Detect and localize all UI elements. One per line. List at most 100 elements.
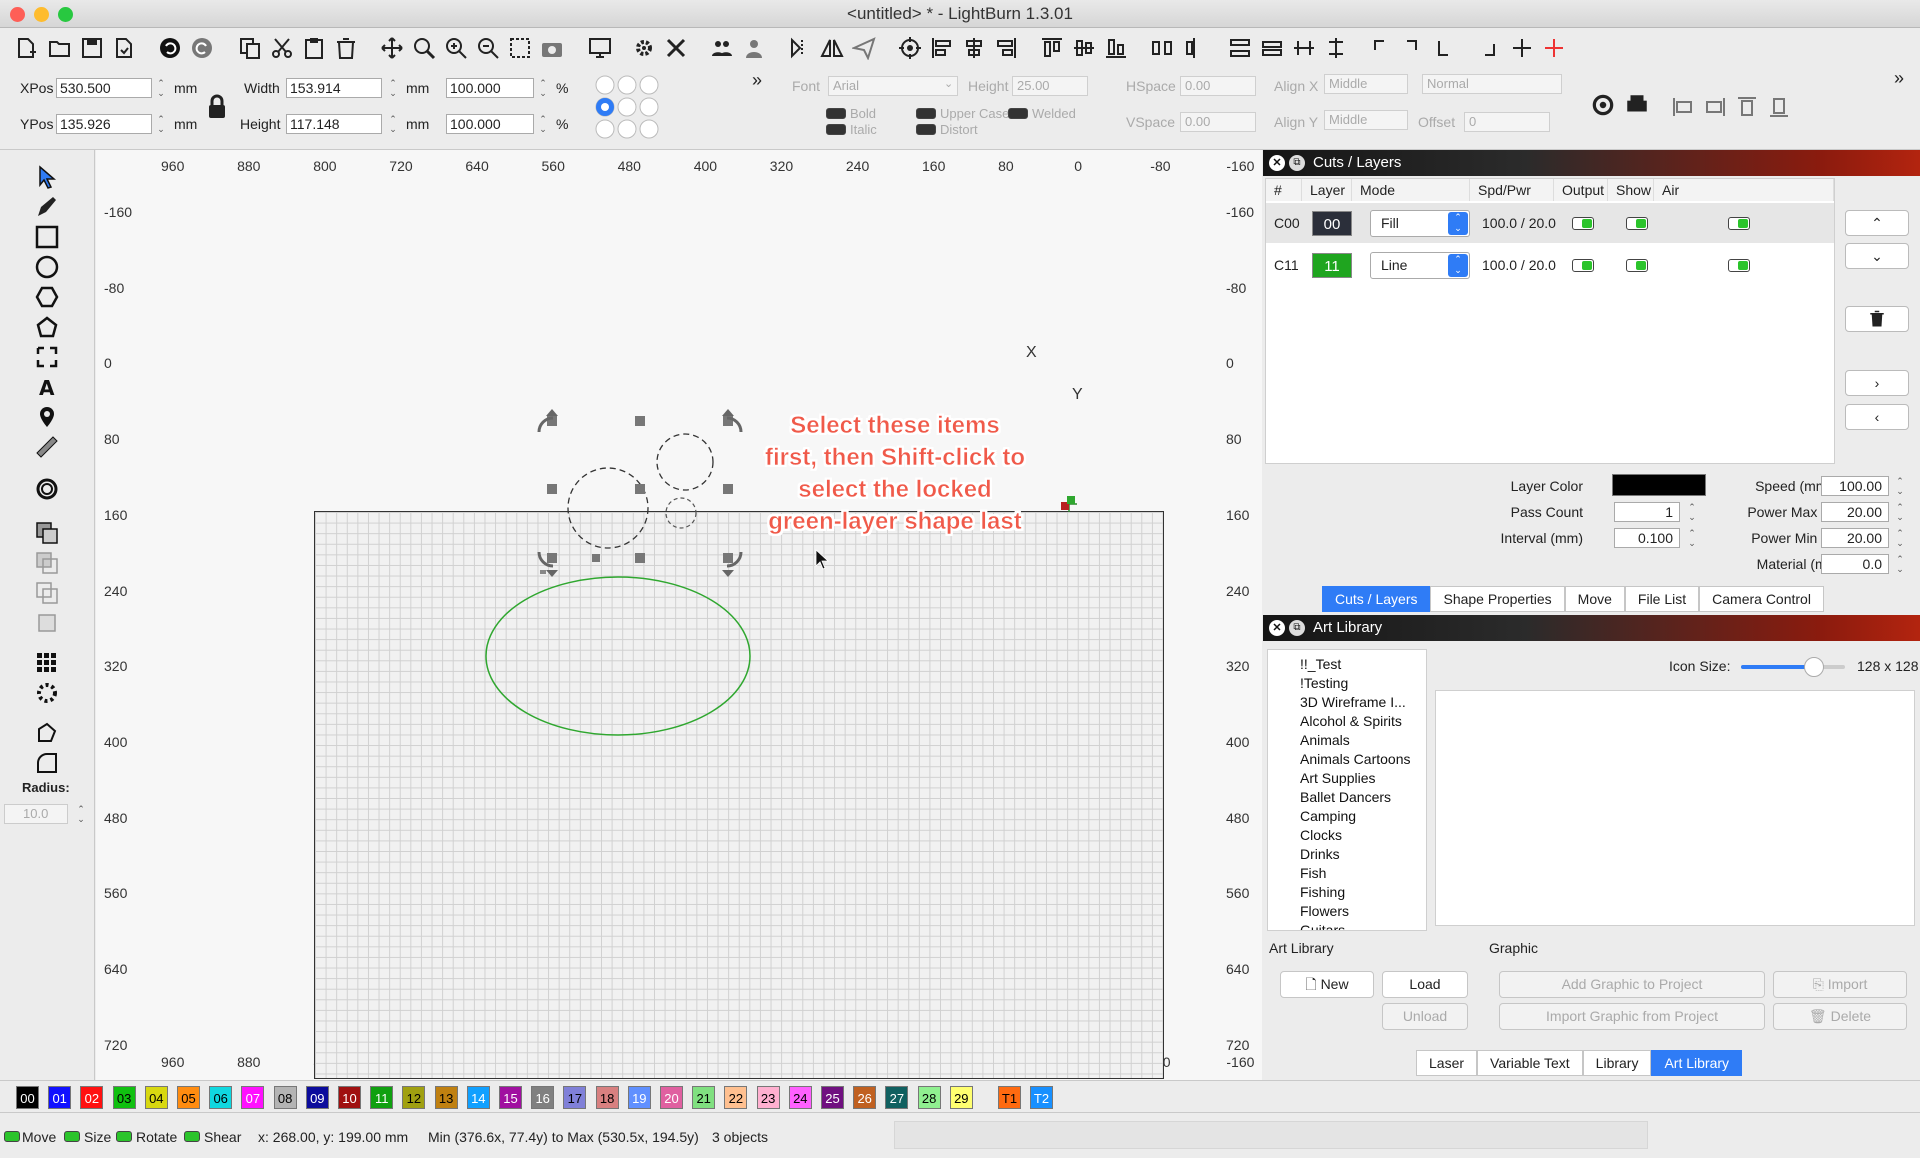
make-same-height-icon[interactable] bbox=[1322, 34, 1350, 62]
bold-toggle[interactable] bbox=[826, 108, 846, 119]
show-toggle[interactable] bbox=[1626, 259, 1648, 272]
new-file-icon[interactable] bbox=[12, 34, 40, 62]
offset-input[interactable]: 0 bbox=[1464, 112, 1550, 132]
new-library-button[interactable]: 🗋 New bbox=[1280, 971, 1374, 998]
mode-select[interactable]: Line ⌃ ⌄ bbox=[1370, 252, 1470, 279]
height-input[interactable]: 117.148 bbox=[286, 114, 382, 134]
radius-input[interactable]: 10.0 bbox=[4, 804, 68, 824]
italic-toggle[interactable] bbox=[826, 124, 846, 135]
palette-swatch-19[interactable]: 19 bbox=[627, 1086, 651, 1109]
align-edges-left-icon[interactable] bbox=[1672, 96, 1694, 118]
align-center-icon[interactable] bbox=[960, 34, 988, 62]
list-item[interactable]: Flowers bbox=[1300, 903, 1349, 919]
redo-icon[interactable] bbox=[188, 34, 216, 62]
align-y-select[interactable]: Middle bbox=[1324, 110, 1408, 130]
zoom-window-button[interactable] bbox=[58, 7, 73, 22]
material-input[interactable]: 0.0 bbox=[1821, 554, 1889, 574]
align-edges-top-icon[interactable] bbox=[1736, 96, 1758, 118]
distribute-horizontal-icon[interactable] bbox=[1148, 34, 1176, 62]
tab-variable-text[interactable]: Variable Text bbox=[1477, 1050, 1583, 1076]
shear-toggle[interactable] bbox=[184, 1131, 200, 1142]
palette-swatch-23[interactable]: 23 bbox=[756, 1086, 780, 1109]
close-panel-icon[interactable]: ✕ bbox=[1269, 620, 1285, 636]
scale-height-stepper[interactable]: ⌃ ⌄ bbox=[538, 114, 548, 136]
palette-swatch-06[interactable]: 06 bbox=[209, 1086, 233, 1109]
origin-selector[interactable] bbox=[594, 74, 664, 144]
palette-swatch-25[interactable]: 25 bbox=[821, 1086, 844, 1109]
copy-icon[interactable] bbox=[236, 34, 264, 62]
corner-bottom-left-icon[interactable] bbox=[1432, 34, 1460, 62]
move-layer-up-button[interactable]: ⌃ bbox=[1845, 210, 1909, 236]
list-item[interactable]: Animals bbox=[1300, 732, 1350, 748]
list-item[interactable]: Drinks bbox=[1300, 846, 1340, 862]
palette-swatch-01[interactable]: 01 bbox=[48, 1086, 72, 1109]
palette-swatch-02[interactable]: 02 bbox=[80, 1086, 104, 1109]
align-right-icon[interactable] bbox=[992, 34, 1020, 62]
palette-swatch-12[interactable]: 12 bbox=[402, 1086, 426, 1109]
distort-toggle[interactable] bbox=[916, 124, 936, 135]
scale-width-input[interactable]: 100.000 bbox=[446, 78, 534, 98]
users-icon[interactable] bbox=[708, 34, 736, 62]
palette-swatch-08[interactable]: 08 bbox=[273, 1086, 297, 1109]
tab-library[interactable]: Library bbox=[1582, 1050, 1652, 1076]
move-layer-down-button[interactable]: ⌄ bbox=[1845, 243, 1909, 269]
palette-swatch-26[interactable]: 26 bbox=[853, 1086, 877, 1109]
palette-swatch-24[interactable]: 24 bbox=[788, 1086, 812, 1109]
position-pin-icon[interactable] bbox=[32, 404, 62, 430]
interval-stepper[interactable]: ⌃ ⌄ bbox=[1687, 528, 1697, 550]
line-tool-icon[interactable] bbox=[32, 314, 62, 340]
tab-move[interactable]: Move bbox=[1564, 586, 1625, 612]
boolean-intersect-icon[interactable] bbox=[32, 580, 62, 606]
list-item[interactable]: 3D Wireframe I... bbox=[1300, 694, 1406, 710]
tab-laser[interactable]: Laser bbox=[1416, 1050, 1478, 1076]
edit-pencil-icon[interactable] bbox=[32, 194, 62, 220]
expand-chevron-icon[interactable]: » bbox=[752, 70, 762, 91]
polygon-tool-icon[interactable] bbox=[32, 284, 62, 310]
list-item[interactable]: Alcohol & Spirits bbox=[1300, 713, 1402, 729]
cut-icon[interactable] bbox=[268, 34, 296, 62]
icon-size-slider-knob[interactable] bbox=[1803, 657, 1824, 677]
mirror-icon[interactable] bbox=[818, 34, 846, 62]
minimize-window-button[interactable] bbox=[34, 7, 49, 22]
delete-button[interactable]: 🗑 Delete bbox=[1773, 1003, 1907, 1030]
radius-stepper[interactable]: ⌃ ⌄ bbox=[76, 804, 86, 826]
paste-icon[interactable] bbox=[300, 34, 328, 62]
xpos-input[interactable]: 530.500 bbox=[56, 78, 152, 98]
float-panel-icon[interactable]: ⧉ bbox=[1289, 620, 1305, 636]
unload-library-button[interactable]: Unload bbox=[1382, 1003, 1468, 1030]
palette-swatch-15[interactable]: 15 bbox=[499, 1086, 522, 1109]
palette-swatch-00[interactable]: 00 bbox=[16, 1086, 39, 1109]
interval-input[interactable]: 0.100 bbox=[1614, 528, 1680, 548]
frame-tool-icon[interactable] bbox=[32, 344, 62, 370]
art-library-list[interactable]: !!_Test !Testing 3D Wireframe I... Alcoh… bbox=[1267, 649, 1427, 931]
palette-swatch-14[interactable]: 14 bbox=[466, 1086, 490, 1109]
scale-width-stepper[interactable]: ⌃ ⌄ bbox=[538, 78, 548, 100]
ypos-stepper[interactable]: ⌃ ⌄ bbox=[156, 114, 166, 136]
xpos-stepper[interactable]: ⌃ ⌄ bbox=[156, 78, 166, 100]
list-item[interactable]: Animals Cartoons bbox=[1300, 751, 1411, 767]
make-same-width-icon[interactable] bbox=[1290, 34, 1318, 62]
boolean-difference-icon[interactable] bbox=[32, 550, 62, 576]
zoom-selection-icon[interactable] bbox=[506, 34, 534, 62]
corner-top-left-icon[interactable] bbox=[1368, 34, 1396, 62]
welded-toggle[interactable] bbox=[1008, 108, 1028, 119]
corner-radius-icon[interactable] bbox=[32, 750, 62, 776]
output-toggle[interactable] bbox=[1572, 259, 1594, 272]
align-top-icon[interactable] bbox=[1038, 34, 1066, 62]
user-icon[interactable] bbox=[740, 34, 768, 62]
corner-top-right-icon[interactable] bbox=[1400, 34, 1428, 62]
palette-swatch-05[interactable]: 05 bbox=[177, 1086, 200, 1109]
palette-swatch-21[interactable]: 21 bbox=[692, 1086, 716, 1109]
rotate-toggle[interactable] bbox=[116, 1131, 132, 1142]
undo-icon[interactable] bbox=[156, 34, 184, 62]
delete-icon[interactable] bbox=[332, 34, 360, 62]
layer-swatch[interactable]: 00 bbox=[1312, 211, 1352, 236]
pass-count-input[interactable]: 1 bbox=[1614, 502, 1680, 522]
flip-horizontal-icon[interactable] bbox=[786, 34, 814, 62]
air-toggle[interactable] bbox=[1728, 217, 1750, 230]
center-cross-icon[interactable] bbox=[1508, 34, 1536, 62]
float-panel-icon[interactable]: ⧉ bbox=[1289, 155, 1305, 171]
list-item[interactable]: !Testing bbox=[1300, 675, 1348, 691]
close-window-button[interactable] bbox=[10, 7, 25, 22]
list-item[interactable]: Fish bbox=[1300, 865, 1326, 881]
